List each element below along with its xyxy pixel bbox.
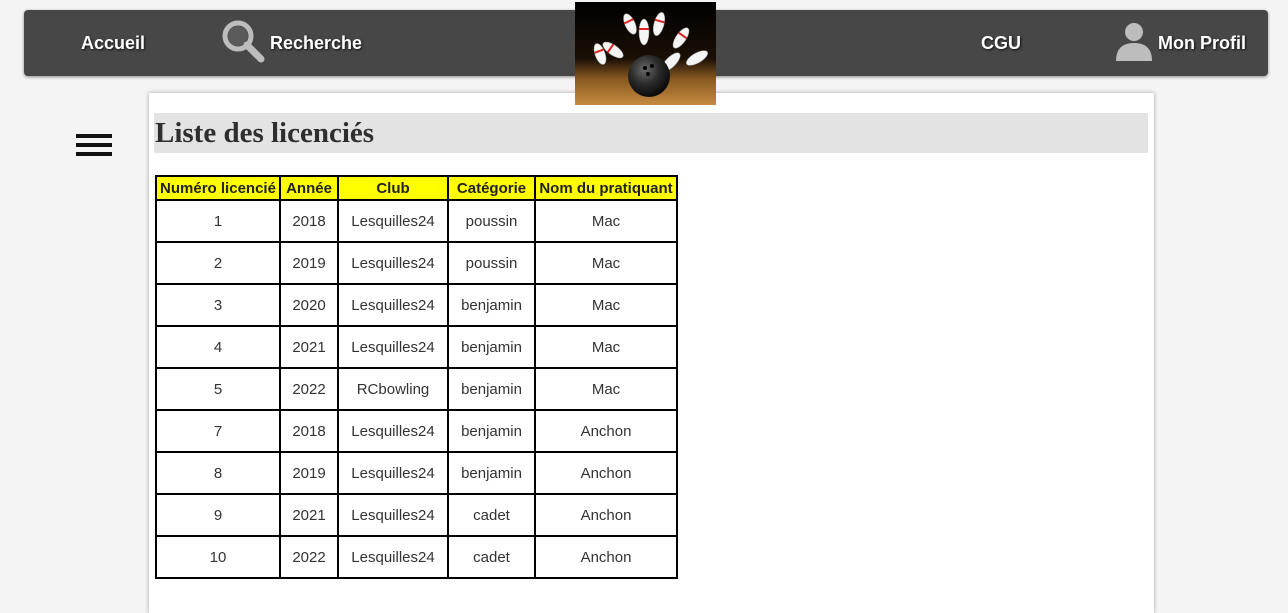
table-row: 3 2020 Lesquilles24 benjamin Mac [155,283,678,327]
cell-club: Lesquilles24 [337,199,449,243]
cell-numero: 3 [155,283,281,327]
cell-categorie: benjamin [447,409,536,453]
nav-recherche-label: Recherche [270,32,363,53]
cell-club: Lesquilles24 [337,283,449,327]
cell-numero: 8 [155,451,281,495]
licencies-table: Numéro licencié Année Club Catégorie Nom… [155,175,678,579]
column-header-numero: Numéro licencié [155,175,281,201]
nav-profil-label: Mon Profil [1158,32,1246,53]
column-header-club: Club [337,175,449,201]
cell-annee: 2020 [279,283,339,327]
hamburger-menu-icon[interactable] [76,134,112,156]
menu-bar [76,152,112,156]
cell-annee: 2022 [279,367,339,411]
cell-categorie: benjamin [447,283,536,327]
cell-categorie: benjamin [447,451,536,495]
cell-club: Lesquilles24 [337,325,449,369]
cell-numero: 1 [155,199,281,243]
cell-annee: 2019 [279,451,339,495]
cell-nom: Anchon [534,535,678,579]
cell-categorie: poussin [447,199,536,243]
table-row: 7 2018 Lesquilles24 benjamin Anchon [155,409,678,453]
cell-categorie: cadet [447,493,536,537]
nav-cgu-link[interactable]: CGU [981,10,1021,76]
table-row: 2 2019 Lesquilles24 poussin Mac [155,241,678,285]
nav-cgu-label: CGU [981,32,1021,53]
cell-nom: Mac [534,367,678,411]
cell-club: RCbowling [337,367,449,411]
cell-nom: Anchon [534,451,678,495]
cell-nom: Mac [534,283,678,327]
cell-nom: Anchon [534,409,678,453]
table-row: 10 2022 Lesquilles24 cadet Anchon [155,535,678,579]
cell-annee: 2018 [279,199,339,243]
cell-nom: Mac [534,325,678,369]
cell-club: Lesquilles24 [337,451,449,495]
table-row: 5 2022 RCbowling benjamin Mac [155,367,678,411]
cell-numero: 9 [155,493,281,537]
cell-annee: 2022 [279,535,339,579]
nav-accueil-link[interactable]: Accueil [81,10,145,76]
user-icon [1114,21,1154,66]
cell-numero: 4 [155,325,281,369]
column-header-annee: Année [279,175,339,201]
cell-nom: Mac [534,199,678,243]
search-icon [220,18,266,69]
cell-club: Lesquilles24 [337,409,449,453]
page-title: Liste des licenciés [154,113,1148,153]
nav-recherche-link[interactable]: Recherche [220,10,362,76]
cell-annee: 2021 [279,493,339,537]
cell-numero: 10 [155,535,281,579]
table-header-row: Numéro licencié Année Club Catégorie Nom… [155,175,678,201]
cell-numero: 7 [155,409,281,453]
cell-club: Lesquilles24 [337,493,449,537]
cell-categorie: cadet [447,535,536,579]
nav-accueil-label: Accueil [81,32,146,53]
menu-bar [76,143,112,147]
cell-categorie: benjamin [447,367,536,411]
content-panel: Liste des licenciés Numéro licencié Anné… [149,93,1154,613]
menu-bar [76,134,112,138]
column-header-nom: Nom du pratiquant [534,175,678,201]
table-row: 8 2019 Lesquilles24 benjamin Anchon [155,451,678,495]
bowling-logo[interactable] [575,2,716,105]
cell-categorie: poussin [447,241,536,285]
table-row: 1 2018 Lesquilles24 poussin Mac [155,199,678,243]
cell-nom: Mac [534,241,678,285]
table-row: 9 2021 Lesquilles24 cadet Anchon [155,493,678,537]
cell-annee: 2021 [279,325,339,369]
table-row: 4 2021 Lesquilles24 benjamin Mac [155,325,678,369]
cell-annee: 2018 [279,409,339,453]
cell-club: Lesquilles24 [337,535,449,579]
nav-profil-link[interactable]: Mon Profil [1114,10,1246,76]
cell-numero: 5 [155,367,281,411]
column-header-categorie: Catégorie [447,175,536,201]
cell-categorie: benjamin [447,325,536,369]
cell-annee: 2019 [279,241,339,285]
cell-club: Lesquilles24 [337,241,449,285]
cell-numero: 2 [155,241,281,285]
cell-nom: Anchon [534,493,678,537]
